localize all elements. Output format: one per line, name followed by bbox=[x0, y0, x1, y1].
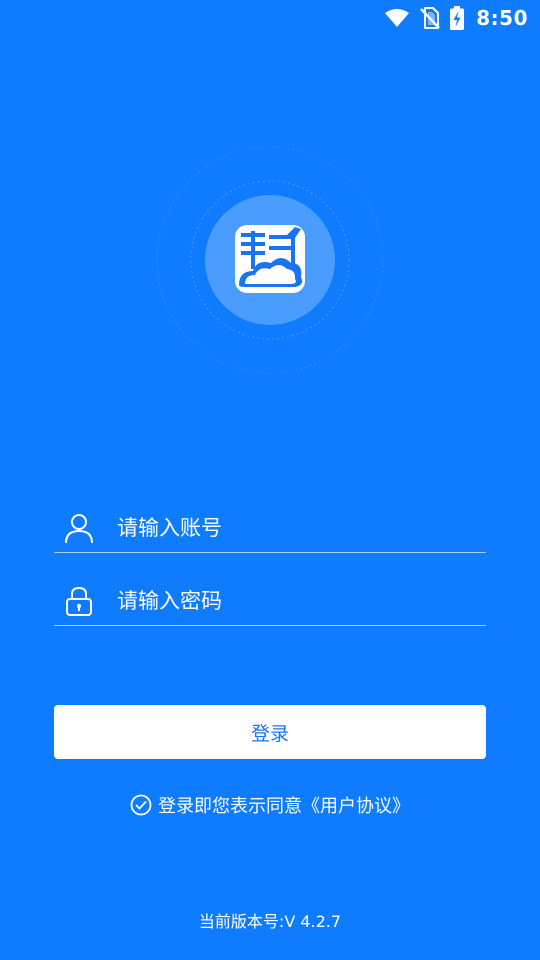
version-label: 当前版本号:V 4.2.7 bbox=[198, 912, 342, 931]
status-icons: 8:50 bbox=[384, 6, 528, 30]
check-circle-icon[interactable] bbox=[130, 794, 152, 816]
account-field[interactable] bbox=[54, 504, 486, 553]
app-logo-icon bbox=[156, 146, 384, 374]
login-button[interactable]: 登录 bbox=[54, 705, 486, 759]
status-bar: 8:50 bbox=[0, 0, 540, 36]
battery-charging-icon bbox=[450, 6, 465, 30]
wifi-icon bbox=[384, 8, 410, 28]
password-field[interactable] bbox=[54, 577, 486, 626]
lock-icon bbox=[63, 585, 95, 617]
password-input[interactable] bbox=[117, 581, 486, 621]
status-clock: 8:50 bbox=[476, 6, 528, 30]
user-agreement-link[interactable]: 《用户协议》 bbox=[302, 792, 410, 818]
agreement-text: 登录即您表示同意 bbox=[158, 796, 302, 817]
user-icon bbox=[63, 512, 95, 544]
app-logo bbox=[155, 145, 385, 375]
account-input[interactable] bbox=[117, 508, 486, 548]
agreement-row[interactable]: 登录即您表示同意 《用户协议》 bbox=[0, 790, 540, 820]
no-sim-icon bbox=[420, 7, 441, 29]
